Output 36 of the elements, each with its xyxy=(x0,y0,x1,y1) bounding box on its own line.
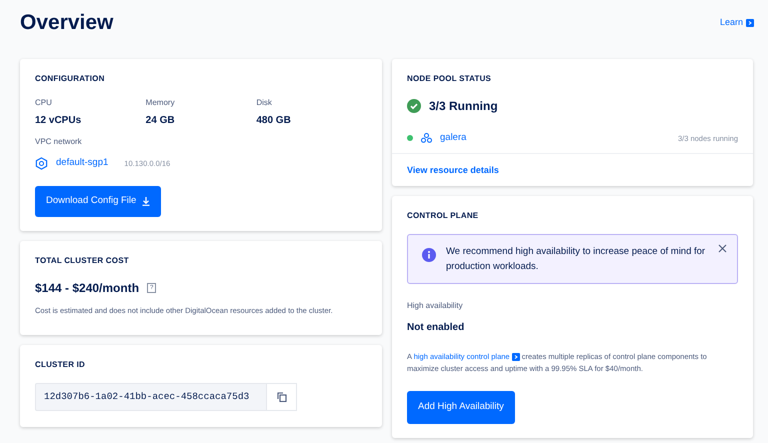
copy-icon xyxy=(276,392,286,402)
spec-value: 24 GB xyxy=(146,114,176,128)
spec-value: 12 vCPUs xyxy=(35,114,82,128)
add-high-availability-button[interactable]: Add High Availability xyxy=(407,391,515,424)
page-title: Overview xyxy=(20,10,114,36)
field-label: High availability xyxy=(407,300,464,312)
section-heading: CONFIGURATION xyxy=(35,73,106,86)
external-link-icon xyxy=(746,18,754,27)
info-icon xyxy=(422,248,436,262)
field-value: Not enabled xyxy=(407,321,466,336)
section-heading: CONTROL PLANE xyxy=(407,210,480,222)
vpc-link[interactable]: default-sgp1 xyxy=(56,156,108,170)
field-label: VPC network xyxy=(35,136,83,148)
download-button[interactable]: Download Config File xyxy=(35,186,162,217)
close-icon xyxy=(718,244,727,253)
section-heading: NODE POOL STATUS xyxy=(407,73,492,86)
cluster-id-field[interactable]: 12d307b6-1a02-41bb-acec-458ccaca75d3 xyxy=(35,382,267,411)
spec-label: Disk xyxy=(256,97,273,110)
check-icon xyxy=(407,99,421,114)
section-heading: CLUSTER ID xyxy=(35,358,86,371)
copy-button[interactable] xyxy=(267,382,297,411)
alert-message: We recommend high availability to increase peace of mind for production workloads. xyxy=(446,244,706,274)
spec-label: Memory xyxy=(146,97,176,110)
learn-link[interactable]: Learn xyxy=(720,16,754,30)
status-summary: 3/3 Running xyxy=(429,98,498,116)
network-icon xyxy=(35,156,48,170)
external-link-icon xyxy=(512,353,520,362)
node-pool-icon xyxy=(421,133,432,144)
section-heading: TOTAL CLUSTER COST xyxy=(35,254,130,267)
spec-value: 480 GB xyxy=(256,114,292,128)
download-icon xyxy=(142,197,150,206)
close-button[interactable] xyxy=(718,244,727,253)
resource-details-link[interactable]: View resource details xyxy=(407,165,499,176)
cost-amount: $144 - $240/month xyxy=(35,280,140,297)
node-pool-link[interactable]: galera xyxy=(440,131,466,146)
spec-label: CPU xyxy=(35,97,53,110)
